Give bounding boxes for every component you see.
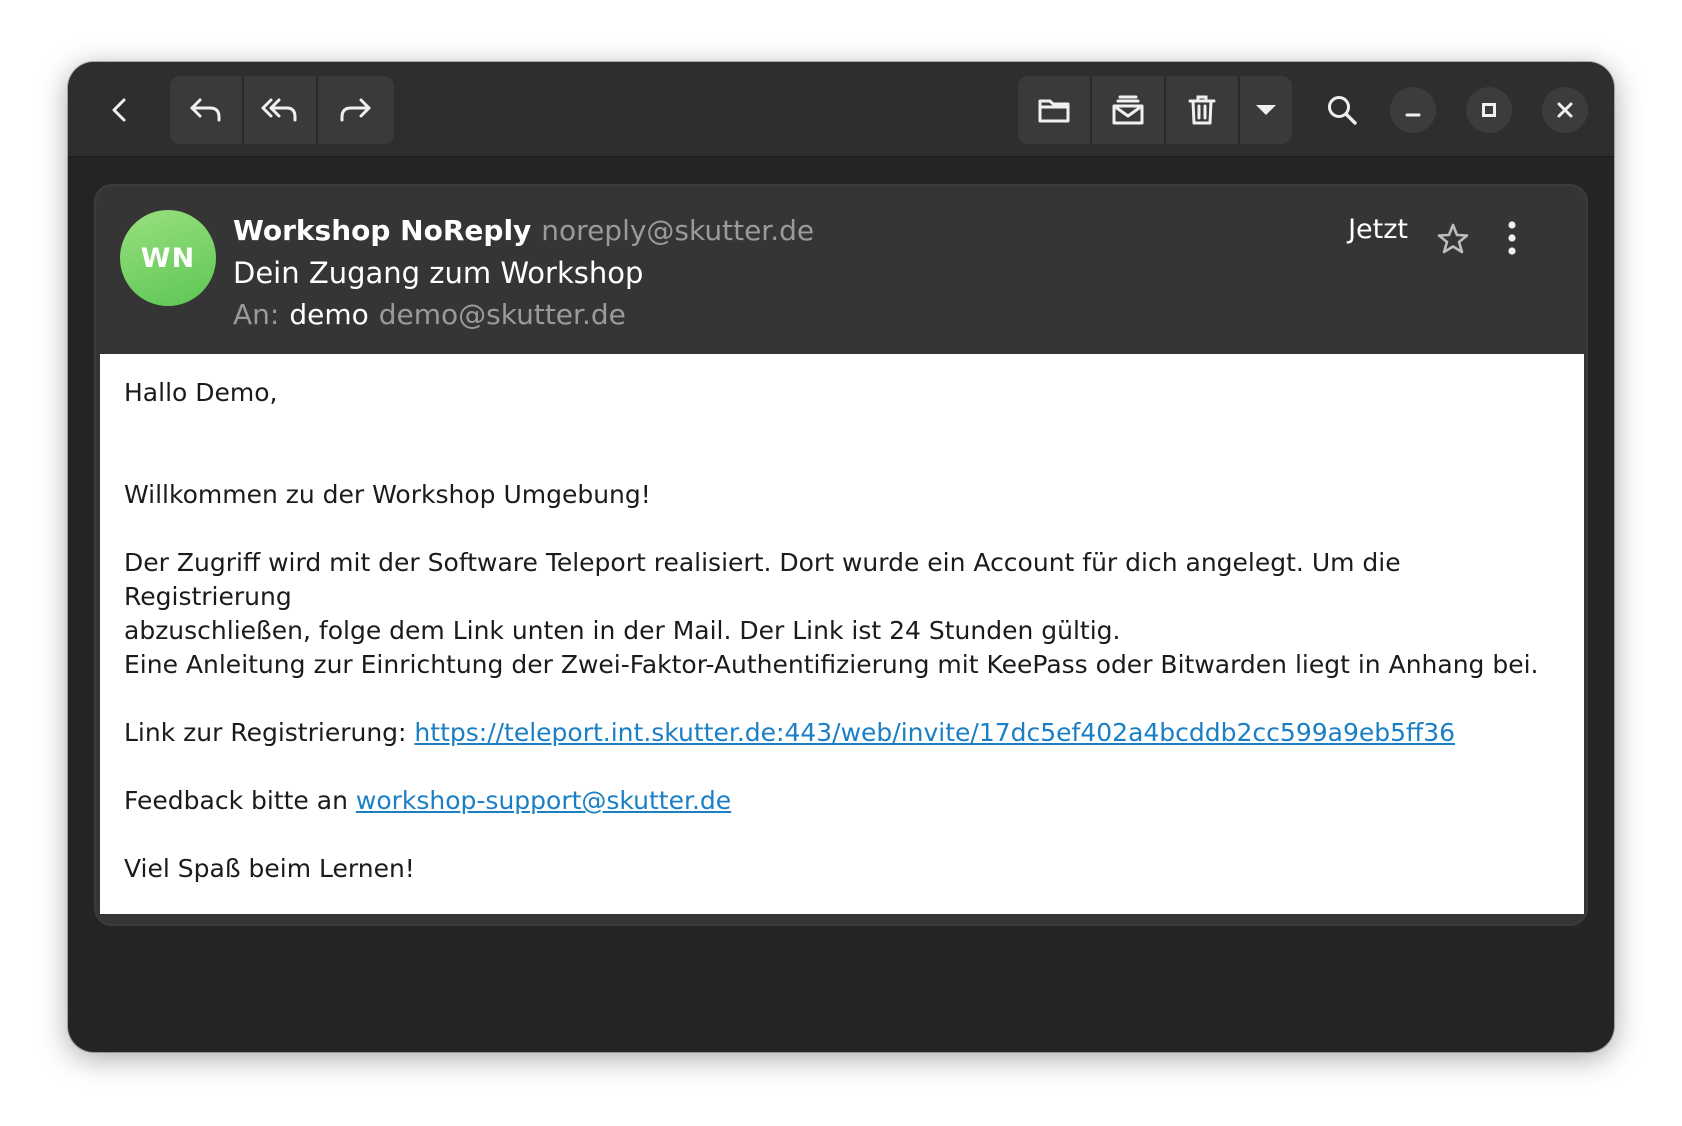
recipient-line: An: demo demo@skutter.de xyxy=(233,298,626,331)
close-icon xyxy=(1557,102,1573,118)
folder-icon xyxy=(1038,99,1070,123)
recipient-label: An: xyxy=(233,298,280,331)
minimize-button[interactable] xyxy=(1390,87,1436,133)
kebab-menu-icon xyxy=(1508,221,1516,255)
reply-all-icon xyxy=(261,98,297,122)
forward-button[interactable] xyxy=(318,76,392,144)
message-subject: Dein Zugang zum Workshop xyxy=(233,256,644,290)
avatar: WN xyxy=(120,210,216,306)
star-button[interactable] xyxy=(1436,222,1470,260)
greeting: Hallo Demo, xyxy=(124,378,278,407)
recipient-name[interactable]: demo xyxy=(289,298,368,331)
feedback-line: Feedback bitte an workshop-support@skutt… xyxy=(124,784,1560,818)
message-card: WN Workshop NoReply noreply@skutter.de De… xyxy=(94,184,1588,926)
star-icon xyxy=(1437,223,1469,254)
message-date: Jetzt xyxy=(1348,214,1408,245)
closing-text: Viel Spaß beim Lernen! xyxy=(124,854,415,883)
header-bar xyxy=(68,62,1614,157)
paragraph-line: Eine Anleitung zur Einrichtung der Zwei-… xyxy=(124,650,1539,679)
message-actions-group xyxy=(1018,76,1292,144)
feedback-label: Feedback bitte an xyxy=(124,786,356,815)
registration-link[interactable]: https://teleport.int.skutter.de:443/web/… xyxy=(414,718,1455,747)
paragraph-line: abzuschließen, folge dem Link unten in d… xyxy=(124,616,1121,645)
maximize-icon xyxy=(1482,103,1496,117)
more-actions-dropdown[interactable] xyxy=(1240,76,1292,144)
registration-line: Link zur Registrierung: https://teleport… xyxy=(124,716,1560,750)
paragraph-line: Der Zugriff wird mit der Software Telepo… xyxy=(124,548,1401,611)
move-button[interactable] xyxy=(1018,76,1092,144)
reply-button-group xyxy=(170,76,394,144)
trash-button[interactable] xyxy=(1166,76,1240,144)
recipient-email[interactable]: demo@skutter.de xyxy=(379,298,626,331)
sender-name[interactable]: Workshop NoReply xyxy=(233,214,531,247)
junk-button[interactable] xyxy=(1092,76,1166,144)
go-back-icon xyxy=(112,98,126,122)
sender-email[interactable]: noreply@skutter.de xyxy=(541,214,814,247)
sender-line: Workshop NoReply noreply@skutter.de xyxy=(233,214,814,247)
reply-all-button[interactable] xyxy=(244,76,318,144)
search-button[interactable] xyxy=(1314,82,1370,138)
dropdown-arrow-icon xyxy=(1256,105,1276,115)
junk-mail-icon xyxy=(1112,95,1144,125)
search-icon xyxy=(1328,96,1357,125)
avatar-initials: WN xyxy=(140,242,196,274)
welcome-text: Willkommen zu der Workshop Umgebung! xyxy=(124,480,651,509)
trash-icon xyxy=(1188,95,1216,125)
message-body: Hallo Demo, Willkommen zu der Workshop U… xyxy=(100,354,1584,914)
close-button[interactable] xyxy=(1542,87,1588,133)
reply-button[interactable] xyxy=(170,76,244,144)
back-button[interactable] xyxy=(92,82,148,138)
reply-icon xyxy=(190,98,221,122)
registration-label: Link zur Registrierung: xyxy=(124,718,415,747)
mail-window: WN Workshop NoReply noreply@skutter.de De… xyxy=(68,62,1614,1052)
forward-icon xyxy=(340,98,371,122)
feedback-email-link[interactable]: workshop-support@skutter.de xyxy=(356,786,731,815)
message-menu-button[interactable] xyxy=(1504,220,1520,260)
minimize-icon xyxy=(1405,113,1421,117)
maximize-button[interactable] xyxy=(1466,87,1512,133)
